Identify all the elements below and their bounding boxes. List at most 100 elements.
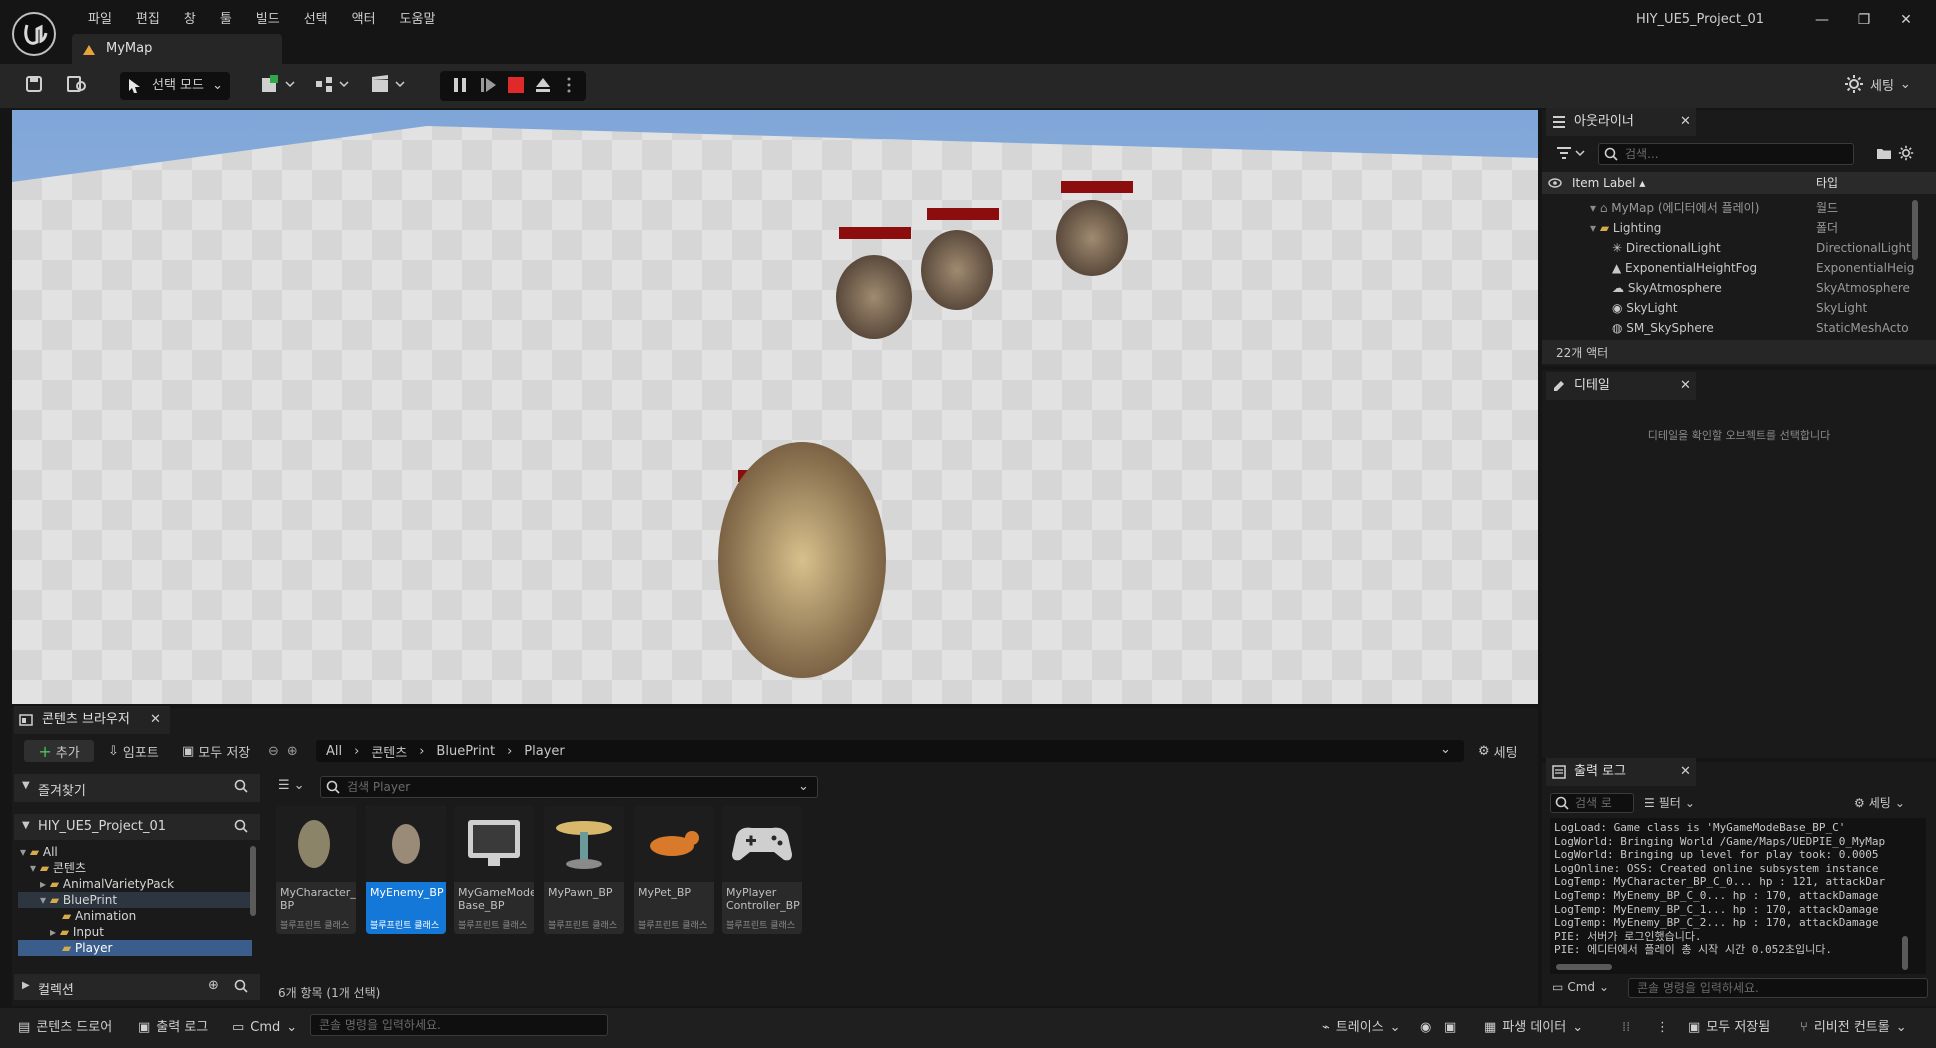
screenshot-icon[interactable]: ▣ xyxy=(1444,1016,1456,1040)
add-actor-icon[interactable] xyxy=(260,74,296,94)
filter-icon[interactable] xyxy=(1556,146,1586,160)
outliner-row[interactable]: ◉ SkyLight SkyLight xyxy=(1612,298,1930,318)
close-window-icon[interactable]: ✕ xyxy=(1892,8,1920,32)
more-options-icon[interactable] xyxy=(566,76,572,94)
tree-item[interactable]: ▾ ▰ 콘텐츠 xyxy=(18,860,252,876)
outliner-search-input[interactable]: 검색... xyxy=(1598,143,1854,165)
close-icon[interactable]: ✕ xyxy=(1680,114,1691,129)
tab-outliner[interactable]: 아웃라이너 xyxy=(1546,108,1696,136)
unreal-logo-icon[interactable] xyxy=(12,12,56,56)
browse-icon[interactable] xyxy=(66,74,88,94)
favorites-header[interactable]: ▼ 즐겨찾기 xyxy=(14,774,260,802)
back-icon[interactable]: ⊖ xyxy=(268,744,279,759)
asset-tile[interactable]: MyGameMode Base_BP 블루프린트 클래스 xyxy=(454,806,534,934)
stop-icon[interactable] xyxy=(508,77,524,93)
search-icon[interactable] xyxy=(234,979,248,997)
breadcrumb-item[interactable]: 콘텐츠 xyxy=(371,742,407,761)
cinematics-icon[interactable] xyxy=(370,74,406,94)
log-settings-button[interactable]: ⚙ 세팅 ⌄ xyxy=(1854,794,1905,811)
blueprint-icon[interactable] xyxy=(314,74,350,94)
col-type[interactable]: 타입 xyxy=(1816,173,1838,193)
close-icon[interactable]: ✕ xyxy=(150,712,161,727)
tree-item[interactable]: ▰ Animation xyxy=(18,908,252,924)
chevron-down-icon[interactable]: ⌄ xyxy=(1440,742,1451,757)
asset-tile[interactable]: MyCharacter_ BP 블루프린트 클래스 xyxy=(276,806,356,934)
breadcrumb-item[interactable]: BluePrint xyxy=(436,744,495,759)
tree-item[interactable]: ▾ ▰ BluePrint xyxy=(18,892,252,908)
menu-actor[interactable]: 액터 xyxy=(340,8,388,32)
breadcrumb-item[interactable]: All xyxy=(326,744,342,759)
derived-data-button[interactable]: ▦ 파생 데이터 ⌄ xyxy=(1484,1016,1583,1040)
cmd-selector[interactable]: ▭ Cmd ⌄ xyxy=(232,1016,297,1040)
log-h-scrollbar[interactable] xyxy=(1556,964,1612,970)
restore-icon[interactable]: ❐ xyxy=(1850,8,1878,32)
grid-icon[interactable]: ⁞⁞ xyxy=(1622,1016,1630,1040)
output-log-button[interactable]: ▣ 출력 로그 xyxy=(138,1016,208,1040)
settings-button[interactable]: 세팅 ⌄ xyxy=(1844,74,1911,94)
log-cmd-selector[interactable]: ▭ Cmd ⌄ xyxy=(1552,980,1609,994)
content-settings-button[interactable]: ⚙ 세팅 xyxy=(1478,740,1518,762)
content-drawer-button[interactable]: ▤ 콘텐츠 드로어 xyxy=(18,1016,112,1040)
outliner-row[interactable]: ▾ ▰ Lighting 폴더 xyxy=(1586,218,1930,238)
close-icon[interactable]: ✕ xyxy=(1680,764,1691,779)
search-icon[interactable] xyxy=(234,779,248,797)
menu-file[interactable]: 파일 xyxy=(76,8,124,32)
level-viewport[interactable] xyxy=(12,110,1538,704)
project-header[interactable]: ▼ HIY_UE5_Project_01 xyxy=(14,814,260,840)
search-icon[interactable] xyxy=(234,819,248,837)
forward-icon[interactable]: ⊕ xyxy=(287,744,298,759)
player-character[interactable] xyxy=(718,442,886,678)
tab-output-log[interactable]: 출력 로그 xyxy=(1546,758,1696,786)
menu-build[interactable]: 빌드 xyxy=(244,8,292,32)
tree-scrollbar[interactable] xyxy=(250,846,256,916)
tree-item[interactable]: ▸ ▰ Input xyxy=(18,924,252,940)
save-all-button[interactable]: ▣ 모두 저장 xyxy=(182,740,250,762)
tree-item[interactable]: ▸ ▰ AnimalVarietyPack xyxy=(18,876,252,892)
outliner-row[interactable]: ▲ ExponentialHeightFog ExponentialHeig xyxy=(1612,258,1930,278)
asset-tile[interactable]: MyPet_BP 블루프린트 클래스 xyxy=(634,806,714,934)
add-collection-icon[interactable]: ⊕ xyxy=(208,978,219,993)
trace-button[interactable]: ⌁ 트레이스 ⌄ xyxy=(1322,1016,1401,1040)
menu-edit[interactable]: 편집 xyxy=(124,8,172,32)
chevron-down-icon[interactable]: ⌄ xyxy=(798,779,809,794)
asset-search-input[interactable]: 검색 Player xyxy=(320,776,818,798)
more-options-icon[interactable]: ⋮ xyxy=(1656,1016,1669,1040)
step-frame-icon[interactable] xyxy=(480,76,498,94)
add-folder-icon[interactable] xyxy=(1876,146,1892,160)
asset-tile[interactable]: MyPlayer Controller_BP 블루프린트 클래스 xyxy=(722,806,802,934)
outliner-row[interactable]: ☁ SkyAtmosphere SkyAtmosphere xyxy=(1612,278,1930,298)
tree-item-selected[interactable]: ▰ Player xyxy=(18,940,252,956)
tree-item[interactable]: ▾ ▰ All xyxy=(18,844,252,860)
eject-icon[interactable] xyxy=(534,76,552,94)
breadcrumb-item[interactable]: Player xyxy=(524,744,564,759)
pause-icon[interactable] xyxy=(452,76,468,94)
menu-tools[interactable]: 툴 xyxy=(208,8,244,32)
tab-content-browser[interactable]: 콘텐츠 브라우저 xyxy=(14,706,170,734)
menu-help[interactable]: 도움말 xyxy=(388,8,448,32)
log-filter-button[interactable]: ☰ 필터 ⌄ xyxy=(1644,794,1695,811)
import-button[interactable]: ⇩ 임포트 xyxy=(108,740,159,762)
revision-control-button[interactable]: ⑂ 리비전 컨트롤 ⌄ xyxy=(1800,1016,1907,1040)
log-console-input[interactable]: 콘솔 명령을 입력하세요. xyxy=(1628,978,1928,998)
collections-header[interactable]: ▶ 컬렉션 ⊕ xyxy=(14,974,260,1000)
record-icon[interactable]: ◉ xyxy=(1420,1016,1431,1040)
close-icon[interactable]: ✕ xyxy=(1680,378,1691,393)
asset-tile-selected[interactable]: MyEnemy_BP 블루프린트 클래스 xyxy=(366,806,446,934)
tab-mymap[interactable]: MyMap xyxy=(72,34,282,64)
console-input[interactable]: 콘솔 명령을 입력하세요. xyxy=(310,1014,608,1036)
menu-select[interactable]: 선택 xyxy=(292,8,340,32)
asset-filter-button[interactable]: ☰ ⌄ xyxy=(278,778,305,793)
asset-tile[interactable]: MyPawn_BP 블루프린트 클래스 xyxy=(544,806,624,934)
outliner-scrollbar[interactable] xyxy=(1912,200,1918,260)
eye-icon[interactable] xyxy=(1548,177,1562,189)
col-item-label[interactable]: Item Label ▴ xyxy=(1572,173,1645,193)
outliner-row[interactable]: ◍ SM_SkySphere StaticMeshActo xyxy=(1612,318,1930,338)
minimize-icon[interactable]: — xyxy=(1808,8,1836,32)
outliner-row[interactable]: ✳ DirectionalLight DirectionalLight xyxy=(1612,238,1930,258)
save-all-status[interactable]: ▣ 모두 저장됨 xyxy=(1688,1016,1770,1040)
add-button[interactable]: + 추가 xyxy=(24,740,94,762)
save-icon[interactable] xyxy=(24,74,44,94)
menu-window[interactable]: 창 xyxy=(172,8,208,32)
tab-details[interactable]: 디테일 xyxy=(1546,372,1696,400)
outliner-row[interactable]: ▾ ⌂ MyMap (에디터에서 플레이) 월드 xyxy=(1590,198,1930,218)
